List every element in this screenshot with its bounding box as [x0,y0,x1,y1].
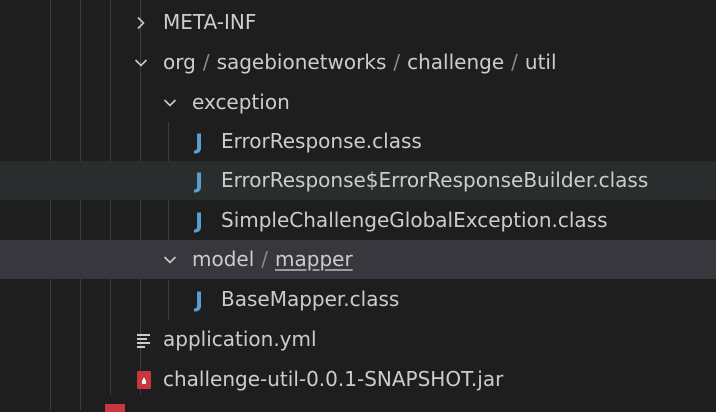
file-label: challenge-util-0.0.1-SNAPSHOT.jar [163,367,504,391]
folder-label: exception [192,90,290,114]
chevron-down-icon [129,43,153,82]
tree-item-file[interactable]: J ErrorResponse$ErrorResponseBuilder.cla… [0,161,716,200]
java-class-icon: J [195,129,203,154]
java-class-icon: J [195,208,203,233]
file-label: ErrorResponse$ErrorResponseBuilder.class [221,168,649,192]
jar-archive-icon [105,404,125,412]
folder-label: META-INF [163,10,257,34]
file-label: BaseMapper.class [221,287,400,311]
yaml-lines-icon [133,320,155,359]
java-class-icon: J [195,287,203,312]
path-segment-focused[interactable]: mapper [275,247,353,271]
path-segment[interactable]: model [192,247,254,271]
path-segment[interactable]: util [525,50,557,74]
file-label: ErrorResponse.class [221,129,422,153]
tree-item-model-path[interactable]: model / mapper [0,240,716,279]
tree-item-exception-folder[interactable]: exception [0,83,716,122]
compact-folder-path: model / mapper [192,240,353,279]
path-separator: / [511,50,518,74]
path-separator: / [393,50,401,74]
tree-item-file[interactable]: J SimpleChallengeGlobalException.class [0,201,716,240]
tree-item-file[interactable]: challenge-util-0.0.1-SNAPSHOT.jar [0,360,716,399]
tree-item-file[interactable]: application.yml [0,320,716,359]
file-label: application.yml [163,327,317,351]
path-separator: / [261,247,269,271]
chevron-down-icon [158,83,182,122]
path-segment[interactable]: sagebionetworks [217,50,387,74]
tree-item-meta-inf[interactable]: META-INF [0,3,716,42]
path-segment[interactable]: challenge [407,50,504,74]
java-class-icon: J [195,168,203,193]
tree-item-file[interactable]: J ErrorResponse.class [0,122,716,161]
tree-item-package-path[interactable]: org / sagebionetworks / challenge / util [0,43,716,82]
compact-folder-path: org / sagebionetworks / challenge / util [163,43,557,82]
path-separator: / [202,50,210,74]
jar-archive-icon [133,360,155,399]
chevron-right-icon [129,3,153,42]
chevron-down-icon [158,240,182,279]
path-segment[interactable]: org [163,50,196,74]
tree-item-file[interactable]: J BaseMapper.class [0,280,716,319]
file-label: SimpleChallengeGlobalException.class [221,208,608,232]
